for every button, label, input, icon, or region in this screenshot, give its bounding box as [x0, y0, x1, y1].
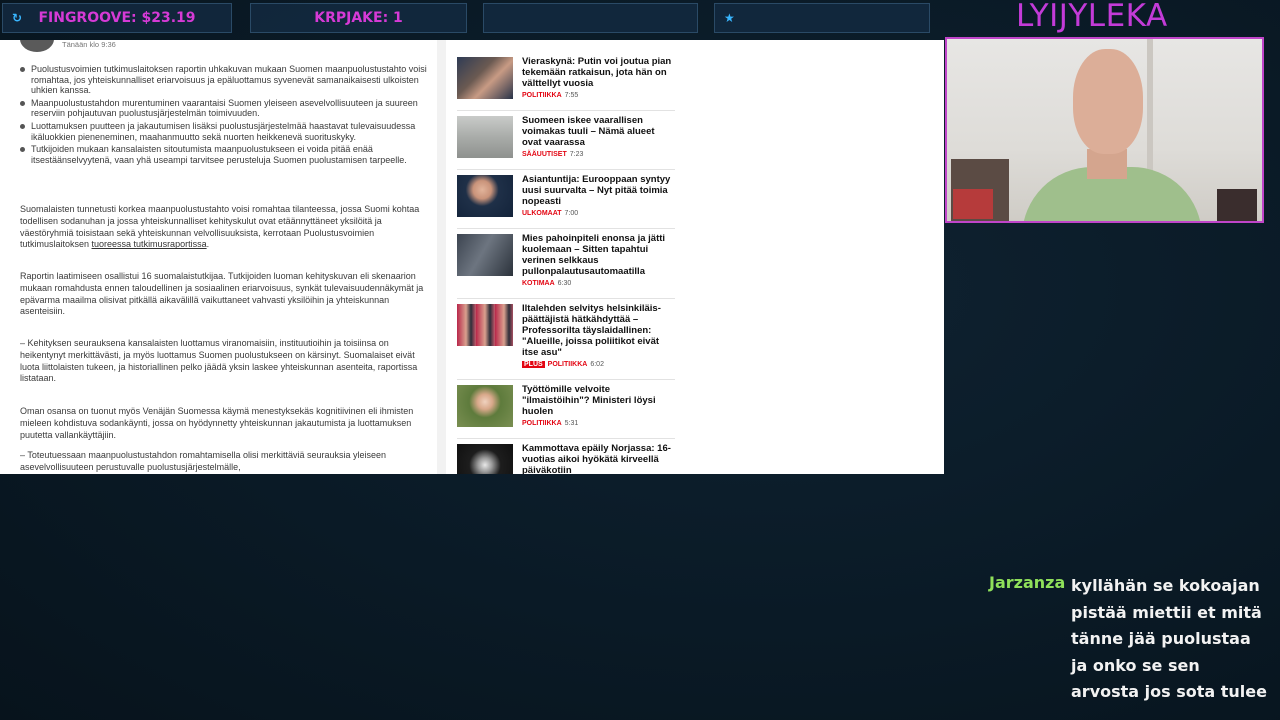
news-headline[interactable]: Mies pahoinpiteli enonsa ja jätti kuolem… — [522, 233, 674, 277]
news-separator — [457, 169, 675, 170]
news-category: POLITIIKKA — [522, 92, 562, 99]
article-column[interactable]: Tänään klo 9:36 Puolustusvoimien tutkimu… — [0, 40, 437, 474]
article-paragraph: Suomalaisten tunnetusti korkea maanpuolu… — [20, 204, 428, 251]
summary-bullet: Puolustusvoimien tutkimuslaitoksen rapor… — [20, 64, 428, 96]
news-meta: SÄÄUUTISET 7:23 — [522, 151, 583, 158]
news-meta: PLUS POLITIIKKA 6:02 — [522, 361, 604, 368]
news-category: ULKOMAAT — [522, 210, 562, 217]
news-separator — [457, 438, 675, 439]
news-category: KOTIMAA — [522, 280, 555, 287]
webcam-feed — [945, 37, 1264, 223]
news-time: 7:00 — [564, 210, 579, 217]
article-paragraph: Raportin laatimiseen osallistui 16 suoma… — [20, 271, 424, 317]
news-headline[interactable]: Asiantuntija: Eurooppaan syntyy uusi suu… — [522, 174, 674, 207]
webcam-background-box — [953, 189, 993, 219]
latest-news-list: Vieraskynä: Putin voi joutua pian tekemä… — [457, 40, 675, 474]
news-headline[interactable]: Suomeen iskee vaarallisen voimakas tuuli… — [522, 115, 674, 148]
news-meta: ULKOMAAT 7:00 — [522, 210, 578, 217]
paragraph-text: Suomalaisten tunnetusti korkea maanpuolu… — [20, 204, 420, 250]
news-thumbnail — [457, 175, 513, 217]
news-thumbnail — [457, 57, 513, 99]
article-paragraph: – Kehityksen seurauksena kansalaisten lu… — [20, 338, 418, 384]
news-time: 6:30 — [557, 280, 572, 287]
news-time: 5:31 — [564, 420, 579, 427]
news-separator — [457, 298, 675, 299]
news-thumbnail — [457, 304, 513, 346]
news-headline[interactable]: Työttömille velvoite "ilmaistöihin"? Min… — [522, 384, 674, 417]
news-thumbnail — [457, 444, 513, 474]
plus-badge: PLUS — [522, 361, 545, 368]
news-thumbnail — [457, 385, 513, 427]
news-thumbnail — [457, 234, 513, 276]
news-headline[interactable]: Kammottava epäily Norjassa: 16-vuotias a… — [522, 443, 674, 474]
news-meta: POLITIIKKA 7:55 — [522, 92, 578, 99]
summary-bullet: Luottamuksen puutteen ja jakautumisen li… — [20, 121, 428, 142]
summary-bullet: Maanpuolustustahdon murentuminen vaarant… — [20, 98, 428, 119]
fingroove-goal-box: ↻ FINGROOVE: $23.19 — [2, 3, 232, 33]
empty-overlay-box — [483, 3, 698, 33]
news-category: SÄÄUUTISET — [522, 151, 567, 158]
news-meta: POLITIIKKA 5:31 — [522, 420, 578, 427]
article-timestamp: Tänään klo 9:36 — [62, 40, 116, 49]
column-divider — [437, 40, 446, 474]
summary-bullet: Tutkijoiden mukaan kansalaisten sitoutum… — [20, 144, 428, 165]
summary-bullets: Puolustusvoimien tutkimuslaitoksen rapor… — [20, 64, 428, 167]
news-category: POLITIIKKA — [547, 361, 588, 368]
article-paragraph: Oman osansa on tuonut myös Venäjän Suome… — [20, 406, 414, 440]
news-headline[interactable]: Iltalehden selvitys helsinkiläis-päättäj… — [522, 303, 674, 358]
news-headline[interactable]: Vieraskynä: Putin voi joutua pian tekemä… — [522, 56, 674, 89]
streamer-head — [1073, 49, 1143, 154]
chat-username: Jarzanza — [989, 573, 1066, 592]
krpjake-counter-box: KRPJAKE: 1 — [250, 3, 467, 33]
news-thumbnail — [457, 116, 513, 158]
news-separator — [457, 110, 675, 111]
author-avatar — [20, 40, 54, 52]
news-time: 7:55 — [564, 92, 579, 99]
channel-name: LYIJYLEKA — [1016, 0, 1168, 34]
fingroove-text: FINGROOVE: $23.19 — [38, 10, 196, 26]
news-separator — [457, 228, 675, 229]
news-time: 7:23 — [569, 151, 584, 158]
paragraph-end: . — [206, 239, 210, 250]
article-paragraph: – Toteutuessaan maanpuolustustahdon roma… — [20, 450, 387, 472]
news-category: POLITIIKKA — [522, 420, 562, 427]
news-time: 6:02 — [590, 361, 604, 368]
refresh-icon: ↻ — [12, 11, 23, 25]
webcam-background-object — [1217, 189, 1257, 221]
star-icon: ★ — [724, 11, 735, 25]
news-separator — [457, 379, 675, 380]
news-meta: KOTIMAA 6:30 — [522, 280, 571, 287]
browser-capture: Tänään klo 9:36 Puolustusvoimien tutkimu… — [0, 40, 944, 474]
chat-text: kyllähän se kokoajan pistää miettii et m… — [1071, 576, 1267, 701]
report-link[interactable]: tuoreessa tutkimusraportissa — [92, 239, 207, 249]
krpjake-text: KRPJAKE: 1 — [314, 10, 403, 26]
star-overlay-box: ★ — [714, 3, 930, 33]
